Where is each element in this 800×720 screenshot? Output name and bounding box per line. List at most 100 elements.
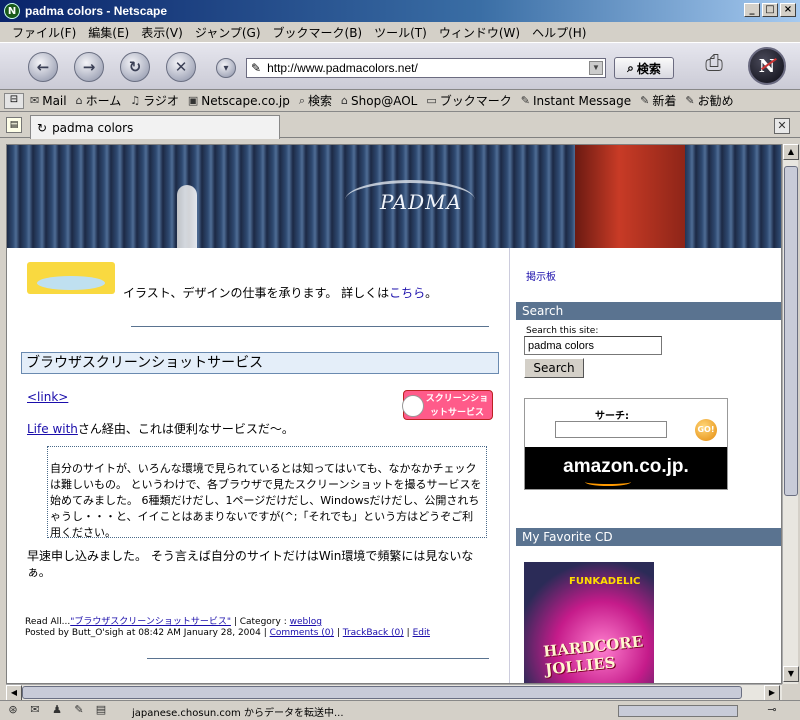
read-all-line: Read All..."ブラウザスクリーンショットサービス" | Categor… (25, 617, 322, 627)
personal-item-home[interactable]: ⌂ ホーム (76, 92, 122, 109)
back-arrow-icon: ← (36, 58, 50, 76)
address-book-icon[interactable]: ▤ (92, 703, 110, 719)
search-button-label: 検索 (636, 61, 661, 76)
url-dropdown-button[interactable]: ▼ (589, 61, 603, 75)
scroll-down-button[interactable]: ▼ (783, 666, 799, 682)
posted-line: Posted by Butt_O'sigh at 08:42 AM Januar… (25, 628, 430, 638)
toolbar-grip-icon[interactable]: ⊟ (4, 93, 24, 109)
history-dropdown-button[interactable]: ▾ (216, 58, 236, 78)
new-tab-icon[interactable]: ▤ (6, 117, 22, 133)
illustration-image (27, 262, 115, 294)
personal-toolbar: ⊟ ✉ Mail ⌂ ホーム ♫ ラジオ ▣ Netscape.co.jp ⌕ 検索 ⌂ S… (0, 90, 800, 112)
site-search-input[interactable] (524, 336, 662, 355)
read-all-link[interactable]: "ブラウザスクリーンショットサービス" (70, 617, 231, 627)
cd-title-text: HARDCORE JOLLIES (542, 632, 644, 679)
address-bar[interactable]: ✎ http://www.padmacolors.net/ ▼ (246, 58, 606, 78)
personal-item-recommend[interactable]: ✎ お勧め (685, 92, 733, 109)
forward-button[interactable]: → (74, 52, 104, 82)
search-label: Search this site: (526, 326, 599, 336)
search-button[interactable]: ⌕ 検索 (614, 57, 674, 79)
post-external-link[interactable]: <link> (27, 390, 68, 404)
horizontal-scrollbar[interactable]: ◀ ▶ (6, 684, 782, 701)
menu-help[interactable]: ヘルプ(H) (526, 24, 592, 41)
maximize-button[interactable]: □ (762, 3, 778, 17)
close-window-button[interactable]: × (780, 3, 796, 17)
mail-icon[interactable]: ✉ (26, 703, 44, 719)
trackback-link[interactable]: TrackBack (0) (343, 628, 404, 638)
cd-cover-image[interactable]: FUNKADELIC HARDCORE JOLLIES (524, 562, 654, 683)
life-with-link[interactable]: Life with (27, 422, 78, 436)
personal-item-mail[interactable]: ✉ Mail (30, 94, 67, 108)
menu-go[interactable]: ジャンプ(G) (189, 24, 267, 41)
home-icon: ⌂ (75, 94, 83, 107)
banner-drum-graphic (575, 145, 685, 248)
print-button[interactable]: ⎙ (696, 51, 732, 81)
tab-padma-colors[interactable]: ↻ padma colors (30, 115, 280, 139)
personal-item-shop[interactable]: ⌂ Shop@AOL (341, 94, 417, 108)
comments-link[interactable]: Comments (0) (270, 628, 334, 638)
stop-button[interactable]: ✕ (166, 52, 196, 82)
reload-icon: ↻ (128, 58, 142, 76)
divider (131, 326, 489, 327)
menu-view[interactable]: 表示(V) (135, 24, 189, 41)
vertical-scrollbar[interactable]: ▲ ▼ (782, 144, 799, 684)
search-icon: ⌕ (298, 93, 306, 107)
sidebar: 掲示板 Search Search this site: Search サーチ:… (509, 248, 781, 683)
magnifier-icon: ⌕ (627, 60, 634, 75)
composer-icon[interactable]: ✎ (70, 703, 88, 719)
site-search-button[interactable]: Search (524, 358, 584, 378)
blockquote: 自分のサイトが、いろんな環境で見られているとは知ってはいても、なかなかチェックは… (47, 446, 487, 539)
screenshot-service-badge[interactable]: スクリーンショットサービス (402, 390, 493, 420)
amazon-search-widget: サーチ: GO! amazon.co.jp. (524, 398, 728, 490)
main-column: イラスト、デザインの仕事を承ります。 詳しくはこちら。 ブラウザスクリーンショッ… (7, 248, 509, 683)
minimize-button[interactable]: _ (744, 3, 760, 17)
amazon-search-input[interactable] (555, 421, 667, 438)
status-bar: ⊛ ✉ ♟ ✎ ▤ japanese.chosun.com からデータを転送中.… (0, 700, 800, 720)
netscape-logo[interactable]: N (748, 47, 786, 85)
shop-icon: ⌂ (341, 94, 349, 107)
site-banner: PADMA (7, 145, 781, 248)
personal-item-instant-message[interactable]: ✎ Instant Message (521, 94, 631, 108)
window-controls: _ □ × (744, 3, 796, 17)
site-logo[interactable]: PADMA (380, 190, 462, 214)
post-title: ブラウザスクリーンショットサービス (21, 352, 499, 374)
scroll-right-button[interactable]: ▶ (764, 685, 780, 701)
post-paragraph: 早速申し込みました。 そう言えば自分のサイトだけはWin環境で頻繁には見ないなぁ… (27, 549, 474, 579)
personal-item-search[interactable]: ⌕ 検索 (299, 92, 332, 109)
scroll-left-button[interactable]: ◀ (6, 685, 22, 701)
title-bar: N padma colors - Netscape _ □ × (0, 0, 800, 22)
menu-tools[interactable]: ツール(T) (368, 24, 433, 41)
menu-file[interactable]: ファイル(F) (6, 24, 82, 41)
menu-bookmarks[interactable]: ブックマーク(B) (267, 24, 369, 41)
close-icon: ✕ (777, 119, 787, 132)
vertical-scroll-thumb[interactable] (784, 166, 798, 496)
amazon-logo[interactable]: amazon.co.jp. (525, 447, 727, 489)
personal-item-radio[interactable]: ♫ ラジオ (130, 92, 179, 109)
bookmark-folder-icon: ▭ (426, 94, 437, 107)
category-link[interactable]: weblog (290, 617, 322, 627)
navigator-icon[interactable]: ⊛ (4, 703, 22, 719)
back-button[interactable]: ← (28, 52, 58, 82)
instant-messenger-icon[interactable]: ♟ (48, 703, 66, 719)
personal-item-netscape[interactable]: ▣ Netscape.co.jp (188, 94, 290, 108)
netscape-app-icon: N (4, 3, 20, 19)
bbs-link[interactable]: 掲示板 (526, 268, 556, 283)
horizontal-scroll-thumb[interactable] (22, 686, 742, 699)
bookmark-icon: ✎ (520, 94, 530, 107)
amazon-go-button[interactable]: GO! (695, 419, 717, 441)
menu-window[interactable]: ウィンドウ(W) (433, 24, 526, 41)
security-lock-icon[interactable]: ⊸ (752, 703, 792, 719)
menu-edit[interactable]: 編集(E) (82, 24, 135, 41)
page-icon: ✎ (251, 61, 262, 75)
intro-text: イラスト、デザインの仕事を承ります。 詳しくはこちら。 (123, 286, 438, 300)
personal-item-bookmarks[interactable]: ▭ ブックマーク (426, 92, 511, 109)
progress-bar (618, 705, 738, 717)
intro-link[interactable]: こちら (389, 286, 425, 300)
favorite-cd-heading: My Favorite CD (516, 528, 781, 546)
edit-link[interactable]: Edit (413, 628, 430, 638)
scroll-up-button[interactable]: ▲ (783, 144, 799, 160)
reload-button[interactable]: ↻ (120, 52, 150, 82)
personal-item-new[interactable]: ✎ 新着 (640, 92, 676, 109)
close-tab-button[interactable]: ✕ (774, 118, 790, 134)
tab-title: padma colors (52, 120, 134, 135)
